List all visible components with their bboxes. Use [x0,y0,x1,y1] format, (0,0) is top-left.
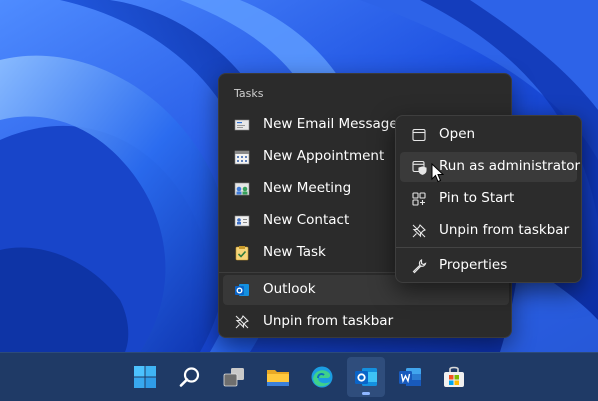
menu-item-label: Unpin from taskbar [439,222,570,238]
calendar-icon [234,150,250,165]
menu-item-label: Pin to Start [439,190,515,206]
menu-item-label: Run as administrator [439,158,581,174]
task-view-icon [223,368,244,387]
contact-icon [234,215,250,227]
mouse-cursor-icon [431,163,445,183]
menu-item-label: Properties [439,257,508,273]
running-indicator [362,392,370,395]
meeting-icon [234,182,250,196]
unpin-icon [412,224,426,238]
menu-item-run-as-administrator[interactable]: Run as administrator [400,152,581,182]
menu-item-label: Open [439,126,476,142]
window-icon [412,128,426,142]
taskbar-start-button[interactable] [126,357,164,397]
outlook-icon [235,284,249,296]
task-label: New Appointment [263,148,385,164]
task-label: New Contact [263,212,350,228]
app-label: Outlook [263,281,316,297]
outlook-icon [355,368,377,386]
tasks-heading: Tasks [234,87,264,100]
context-menu: Open Run as administrator Pin to Start U… [395,115,582,283]
task-label: New Email Message [263,116,398,132]
task-label: New Meeting [263,180,352,196]
wrench-icon [412,259,427,274]
windows-logo-icon [134,366,156,388]
unpin-label: Unpin from taskbar [263,313,394,329]
taskbar-file-explorer-button[interactable] [259,357,297,397]
pin-start-icon [412,192,426,206]
menu-item-properties[interactable]: Properties [400,251,577,281]
menu-item-open[interactable]: Open [400,120,577,150]
taskbar-search-button[interactable] [171,357,209,397]
taskbar-edge-button[interactable] [303,357,341,397]
admin-shield-icon [412,160,427,175]
taskbar-task-view-button[interactable] [215,357,253,397]
taskbar-outlook-button[interactable] [347,357,385,397]
unpin-icon [235,315,249,329]
task-icon [235,246,249,261]
unpin-from-taskbar-item[interactable]: Unpin from taskbar [223,307,509,337]
taskbar [0,352,598,401]
menu-item-pin-to-start[interactable]: Pin to Start [400,184,577,214]
task-label: New Task [263,244,326,260]
menu-item-unpin-from-taskbar[interactable]: Unpin from taskbar [400,216,577,246]
folder-icon [267,370,289,386]
word-icon [399,368,421,386]
edge-icon [311,366,333,388]
taskbar-store-button[interactable] [435,357,473,397]
divider [396,247,581,248]
email-icon [234,119,250,131]
store-icon [444,366,464,387]
taskbar-word-button[interactable] [391,357,429,397]
search-icon [179,367,200,387]
